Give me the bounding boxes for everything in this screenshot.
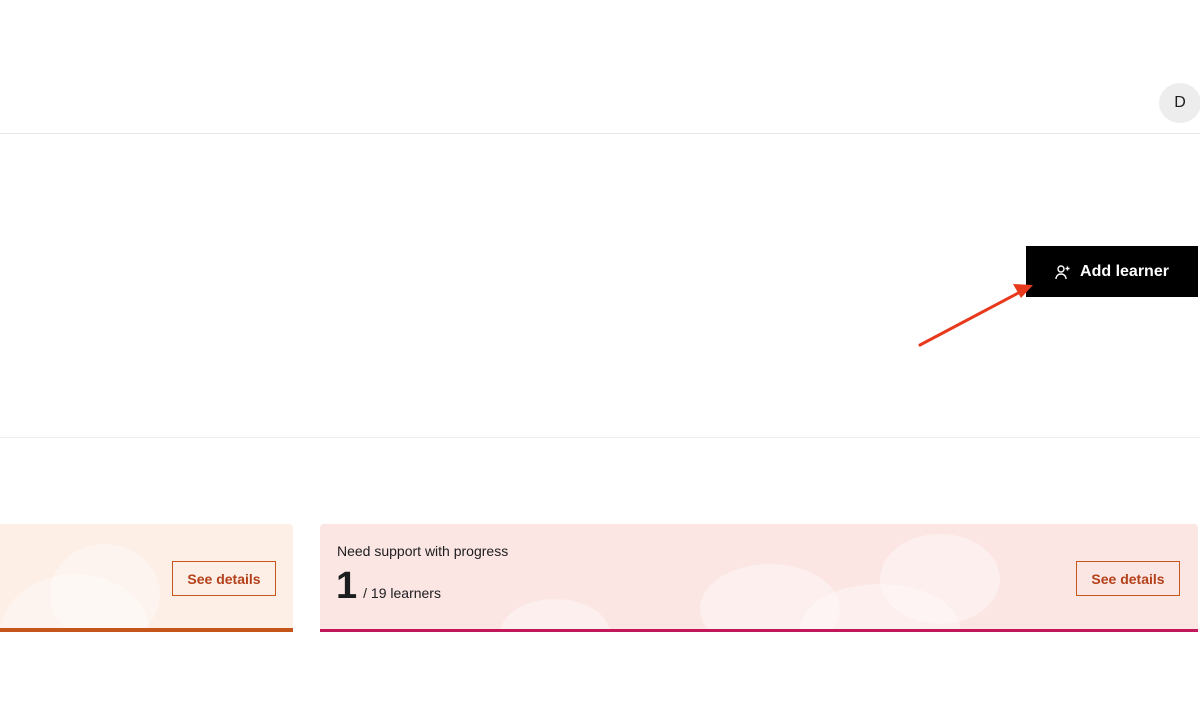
see-details-button[interactable]: See details	[1076, 561, 1180, 596]
user-plus-icon	[1055, 264, 1071, 280]
cloud-decoration	[880, 534, 1000, 624]
progress-card-need-support: Need support with progress 1 / 19 learne…	[320, 524, 1198, 632]
count-value: 1	[336, 565, 358, 607]
cloud-decoration	[500, 599, 610, 629]
user-avatar[interactable]: D	[1159, 83, 1200, 123]
avatar-initial: D	[1174, 94, 1186, 111]
count-total: / 19 learners	[363, 585, 441, 601]
card-title: Need support with progress	[337, 543, 509, 559]
section-divider	[0, 437, 1200, 438]
see-details-button[interactable]: See details	[172, 561, 276, 596]
learner-count: 1 / 19 learners	[336, 564, 441, 608]
cloud-decoration	[50, 544, 160, 628]
top-navigation-bar: D	[0, 0, 1200, 134]
add-learner-label: Add learner	[1080, 262, 1169, 280]
add-learner-button[interactable]: Add learner	[1026, 246, 1198, 297]
progress-card-on-track: See details	[0, 524, 293, 632]
